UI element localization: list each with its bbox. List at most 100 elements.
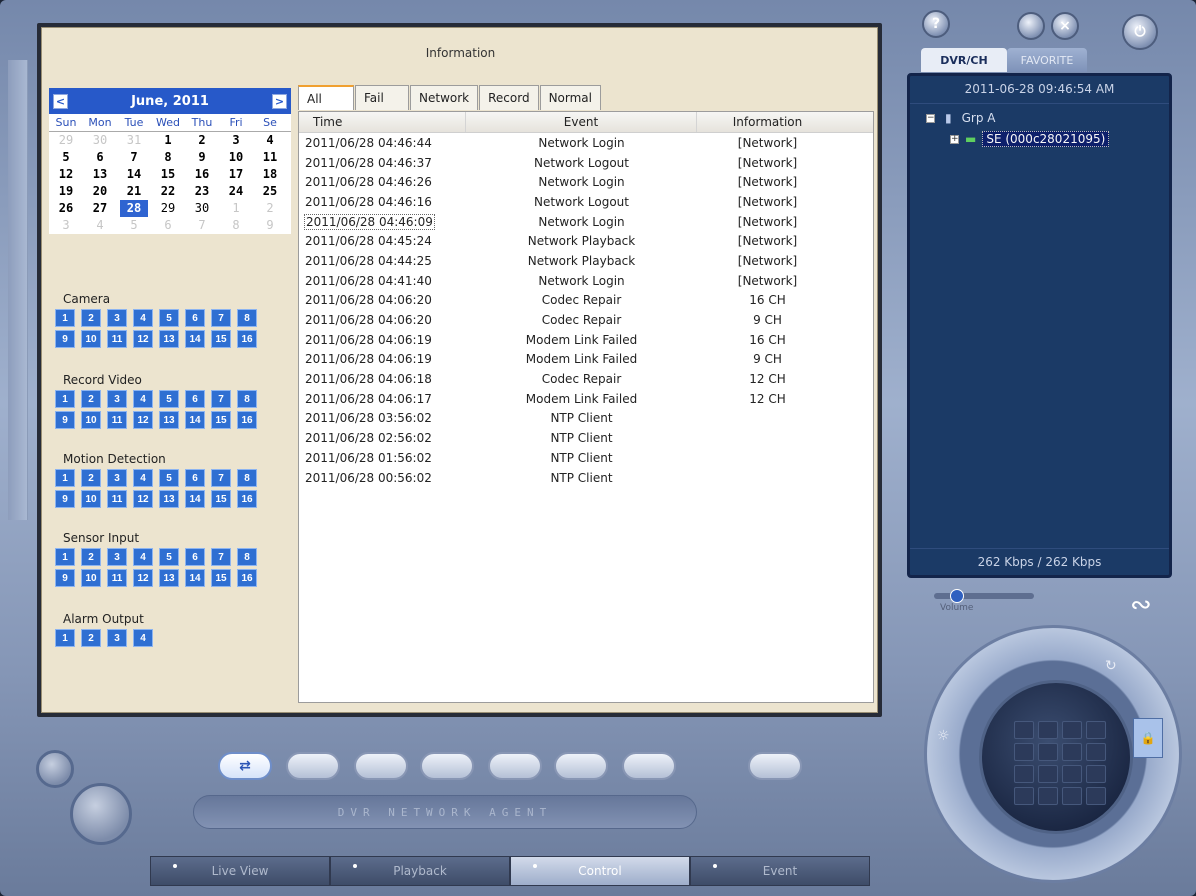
calendar-day[interactable]: 7 [185, 217, 219, 234]
channel-button[interactable]: 8 [237, 469, 257, 487]
log-row[interactable]: 2011/06/28 04:06:17 Modem Link Failed 12 C… [299, 389, 873, 409]
toolbar-button-2[interactable] [286, 752, 340, 780]
channel-button[interactable]: 8 [237, 548, 257, 566]
keypad-key[interactable] [1062, 787, 1082, 805]
calendar-day[interactable]: 2 [185, 132, 219, 149]
log-row[interactable]: 2011/06/28 04:46:09 Network Login [Network… [299, 212, 873, 232]
channel-button[interactable]: 15 [211, 330, 231, 348]
calendar-day[interactable]: 27 [83, 200, 117, 217]
calendar-day[interactable]: 3 [49, 217, 83, 234]
calendar-day[interactable]: 11 [253, 149, 287, 166]
channel-button[interactable]: 3 [107, 469, 127, 487]
nav-control[interactable]: Control [510, 856, 690, 886]
channel-button[interactable]: 13 [159, 330, 179, 348]
tab-record[interactable]: Record [479, 85, 539, 110]
channel-button[interactable]: 12 [133, 490, 153, 508]
calendar-day[interactable]: 30 [185, 200, 219, 217]
channel-button[interactable]: 14 [185, 330, 205, 348]
minimize-icon[interactable] [1017, 12, 1045, 40]
keypad-key[interactable] [1014, 765, 1034, 783]
channel-button[interactable]: 12 [133, 569, 153, 587]
channel-button[interactable]: 9 [55, 490, 75, 508]
channel-button[interactable]: 2 [81, 309, 101, 327]
log-row[interactable]: 2011/06/28 04:46:26 Network Login [Network… [299, 172, 873, 192]
log-row[interactable]: 2011/06/28 04:46:44 Network Login [Network… [299, 133, 873, 153]
close-icon[interactable]: × [1051, 12, 1079, 40]
channel-button[interactable]: 1 [55, 390, 75, 408]
log-row[interactable]: 2011/06/28 04:06:19 Modem Link Failed 9 CH [299, 350, 873, 370]
volume-knob[interactable] [950, 589, 964, 603]
calendar-day[interactable]: 8 [219, 217, 253, 234]
channel-button[interactable]: 12 [133, 330, 153, 348]
channel-button[interactable]: 4 [133, 548, 153, 566]
keypad-key[interactable] [1038, 721, 1058, 739]
calendar-day[interactable]: 16 [185, 166, 219, 183]
nav-event[interactable]: Event [690, 856, 870, 886]
keypad-key[interactable] [1014, 787, 1034, 805]
log-row[interactable]: 2011/06/28 04:45:24 Network Playback [Netw… [299, 231, 873, 251]
calendar-day[interactable]: 22 [151, 183, 185, 200]
column-event[interactable]: Event [466, 112, 697, 132]
expand-icon[interactable]: + [950, 134, 959, 144]
toolbar-button-3[interactable] [354, 752, 408, 780]
channel-button[interactable]: 13 [159, 490, 179, 508]
toolbar-button-5[interactable] [488, 752, 542, 780]
channel-button[interactable]: 2 [81, 548, 101, 566]
channel-button[interactable]: 2 [81, 390, 101, 408]
tree-device[interactable]: + ▬ SE (000c28021095) [950, 131, 1110, 147]
column-information[interactable]: Information [697, 112, 838, 132]
keypad-key[interactable] [1038, 765, 1058, 783]
channel-button[interactable]: 6 [185, 469, 205, 487]
calendar-day[interactable]: 29 [49, 132, 83, 149]
toolbar-button-7[interactable] [622, 752, 676, 780]
calendar-day[interactable]: 14 [117, 166, 151, 183]
channel-button[interactable]: 2 [81, 629, 101, 647]
channel-button[interactable]: 16 [237, 490, 257, 508]
channel-button[interactable]: 7 [211, 469, 231, 487]
channel-button[interactable]: 11 [107, 490, 127, 508]
channel-button[interactable]: 11 [107, 569, 127, 587]
calendar-day[interactable]: 26 [49, 200, 83, 217]
calendar-day[interactable]: 18 [253, 166, 287, 183]
lock-icon[interactable]: 🔒 [1133, 718, 1163, 758]
channel-button[interactable]: 16 [237, 330, 257, 348]
calendar-day[interactable]: 7 [117, 149, 151, 166]
calendar-day[interactable]: 31 [117, 132, 151, 149]
brightness-icon[interactable]: ☼ [937, 728, 950, 744]
channel-button[interactable]: 1 [55, 469, 75, 487]
calendar-day[interactable]: 3 [219, 132, 253, 149]
nav-playback[interactable]: Playback [330, 856, 510, 886]
log-row[interactable]: 2011/06/28 04:06:20 Codec Repair 16 CH [299, 291, 873, 311]
channel-button[interactable]: 9 [55, 330, 75, 348]
log-row[interactable]: 2011/06/28 04:46:37 Network Logout [Networ… [299, 153, 873, 173]
calendar-day[interactable]: 24 [219, 183, 253, 200]
calendar-day[interactable]: 15 [151, 166, 185, 183]
calendar-day[interactable]: 2 [253, 200, 287, 217]
tab-fail[interactable]: Fail [355, 85, 409, 110]
log-row[interactable]: 2011/06/28 04:41:40 Network Login [Network… [299, 271, 873, 291]
channel-button[interactable]: 3 [107, 309, 127, 327]
calendar-day[interactable]: 6 [83, 149, 117, 166]
calendar-day[interactable]: 21 [117, 183, 151, 200]
tab-all[interactable]: All [298, 85, 354, 110]
channel-button[interactable]: 1 [55, 309, 75, 327]
log-row[interactable]: 2011/06/28 04:06:19 Modem Link Failed 16 C… [299, 330, 873, 350]
keypad-key[interactable] [1086, 765, 1106, 783]
channel-button[interactable]: 9 [55, 569, 75, 587]
refresh-icon[interactable]: ↻ [1105, 658, 1117, 674]
calendar-day[interactable]: 17 [219, 166, 253, 183]
calendar-day[interactable]: 30 [83, 132, 117, 149]
channel-button[interactable]: 16 [237, 411, 257, 429]
channel-button[interactable]: 13 [159, 569, 179, 587]
channel-button[interactable]: 6 [185, 309, 205, 327]
channel-button[interactable]: 6 [185, 390, 205, 408]
column-time[interactable]: Time [299, 112, 466, 132]
channel-button[interactable]: 5 [159, 469, 179, 487]
channel-button[interactable]: 5 [159, 309, 179, 327]
calendar-day[interactable]: 12 [49, 166, 83, 183]
channel-button[interactable]: 14 [185, 411, 205, 429]
channel-button[interactable]: 13 [159, 411, 179, 429]
calendar-day[interactable]: 4 [83, 217, 117, 234]
channel-button[interactable]: 12 [133, 411, 153, 429]
view-mode-button[interactable]: ⇄ [218, 752, 272, 780]
